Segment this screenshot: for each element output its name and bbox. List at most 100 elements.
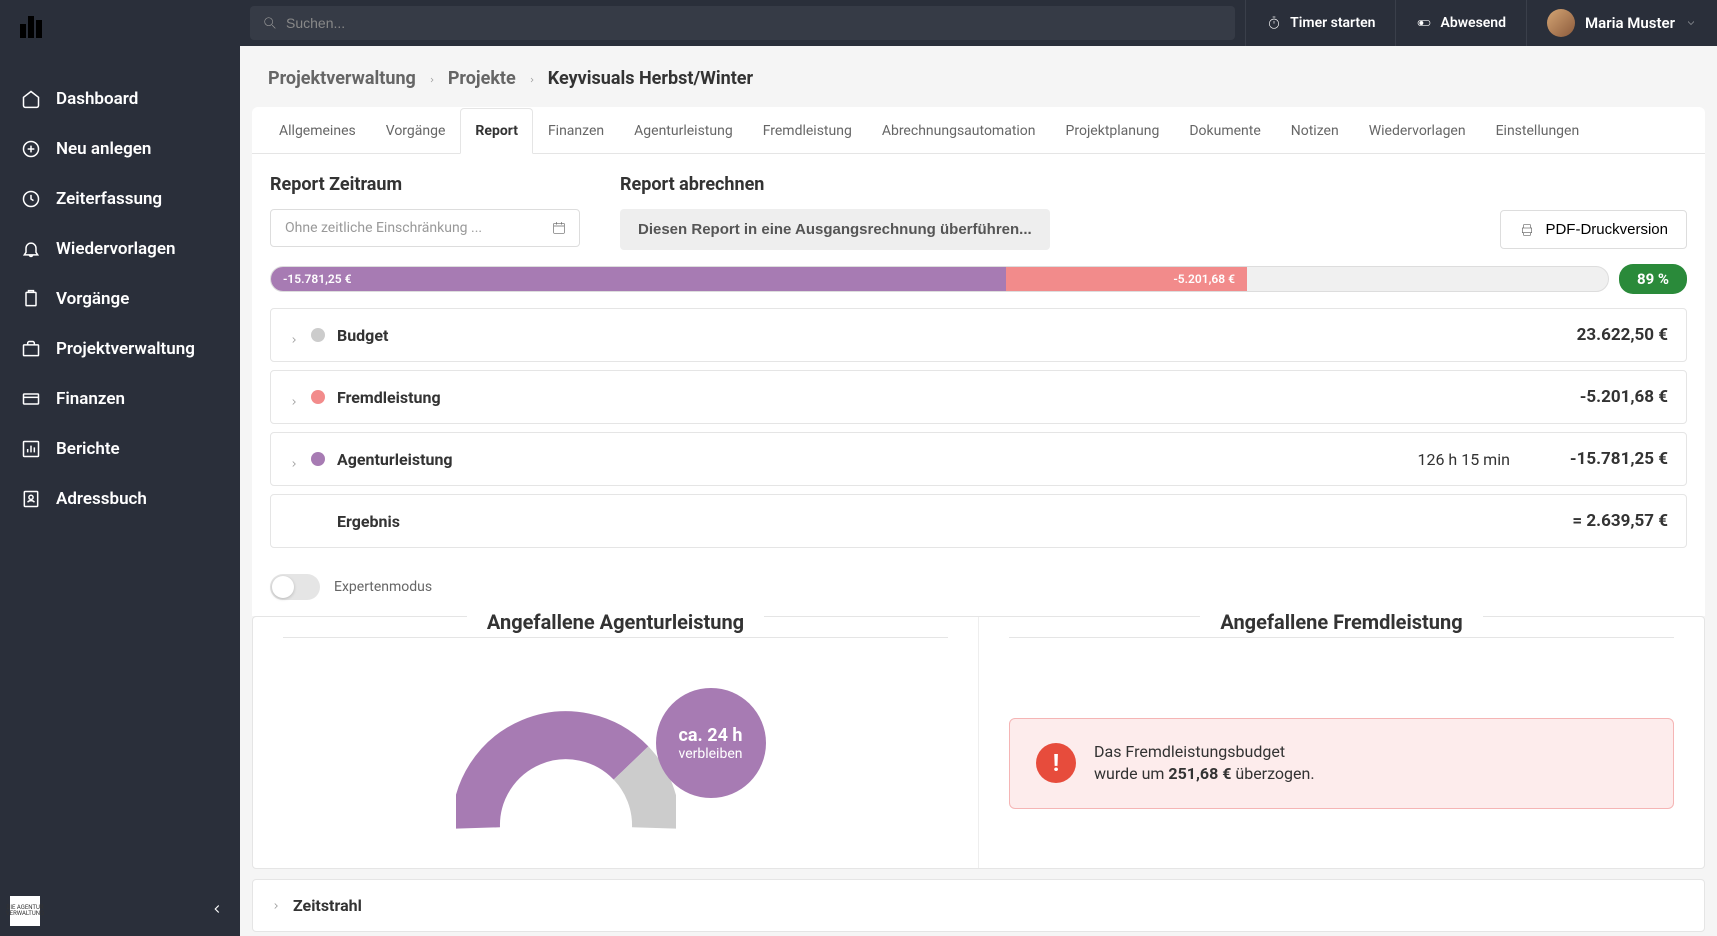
chevron-right-icon [289, 392, 299, 402]
expert-toggle[interactable] [270, 574, 320, 600]
expert-row: Expertenmodus [252, 566, 1705, 616]
nav: Dashboard Neu anlegen Zeiterfassung Wied… [0, 54, 240, 885]
row-label: Budget [337, 326, 1577, 345]
expert-label: Expertenmodus [334, 579, 432, 595]
nav-projects[interactable]: Projektverwaltung [0, 324, 240, 374]
topbar: Timer starten Abwesend Maria Muster [240, 0, 1717, 46]
panel-title: Angefallene Agenturleistung [467, 610, 764, 634]
nav-tasks[interactable]: Vorgänge [0, 274, 240, 324]
row-agentur[interactable]: Agenturleistung 126 h 15 min -15.781,25 … [270, 432, 1687, 486]
dot-icon [311, 328, 325, 342]
panel-fremd: Angefallene Fremdleistung ! Das Fremdlei… [978, 617, 1704, 868]
tab-abrechnung[interactable]: Abrechnungsautomation [867, 108, 1051, 154]
bubble-top: ca. 24 h [679, 725, 743, 746]
tab-allgemeines[interactable]: Allgemeines [264, 108, 371, 154]
toggle-icon [1416, 15, 1432, 31]
exclamation-icon: ! [1036, 743, 1076, 783]
nav-finance[interactable]: Finanzen [0, 374, 240, 424]
chevron-right-icon [428, 68, 436, 89]
home-icon [20, 88, 42, 110]
chevron-down-icon [1685, 17, 1697, 29]
briefcase-icon [20, 338, 42, 360]
tab-vorgaenge[interactable]: Vorgänge [371, 108, 461, 154]
row-fremd[interactable]: Fremdleistung -5.201,68 € [270, 370, 1687, 424]
row-amount: 23.622,50 € [1577, 325, 1668, 345]
percent-badge: 89 % [1619, 264, 1687, 294]
row-result: Ergebnis = 2.639,57 € [270, 494, 1687, 548]
tab-agenturleistung[interactable]: Agenturleistung [619, 108, 748, 154]
avatar [1547, 9, 1575, 37]
donut-chart: ca. 24 h verbleiben [456, 678, 776, 838]
dot-icon [311, 390, 325, 404]
search-input[interactable] [286, 15, 1223, 31]
progress-purple: -15.781,25 € [271, 267, 1006, 291]
chart-icon [20, 438, 42, 460]
spacer [311, 514, 325, 528]
tabs: Allgemeines Vorgänge Report Finanzen Age… [252, 107, 1705, 154]
nav-reminders[interactable]: Wiedervorlagen [0, 224, 240, 274]
period-col: Report Zeitraum Ohne zeitliche Einschrän… [270, 174, 580, 247]
tab-dokumente[interactable]: Dokumente [1174, 108, 1275, 154]
panels: Angefallene Agenturleistung ca. 24 h ver… [252, 616, 1705, 869]
breadcrumb-item[interactable]: Projektverwaltung [268, 68, 416, 89]
budget-alert: ! Das Fremdleistungsbudget wurde um 251,… [1009, 718, 1674, 809]
agency-badge: DIE AGENTUR VERWALTUNG [10, 896, 40, 926]
date-input[interactable]: Ohne zeitliche Einschränkung ... [270, 209, 580, 247]
nav-contacts[interactable]: Adressbuch [0, 474, 240, 524]
nav-label: Finanzen [56, 389, 125, 409]
collapse-button[interactable] [204, 895, 230, 926]
nav-time[interactable]: Zeiterfassung [0, 174, 240, 224]
row-amount: = 2.639,57 € [1572, 511, 1668, 531]
chevron-right-icon [528, 68, 536, 89]
tab-finanzen[interactable]: Finanzen [533, 108, 619, 154]
search-wrap [250, 6, 1235, 40]
row-label: Fremdleistung [337, 388, 1580, 407]
nav-new[interactable]: Neu anlegen [0, 124, 240, 174]
panel-title: Angefallene Fremdleistung [1200, 610, 1482, 634]
row-amount: -5.201,68 € [1580, 387, 1668, 407]
main: Timer starten Abwesend Maria Muster Proj… [240, 0, 1717, 936]
nav-reports[interactable]: Berichte [0, 424, 240, 474]
nav-label: Berichte [56, 439, 120, 459]
invoice-button[interactable]: Diesen Report in eine Ausgangsrechnung ü… [620, 209, 1050, 250]
breadcrumb-item[interactable]: Projekte [448, 68, 516, 89]
nav-label: Adressbuch [56, 489, 147, 509]
tab-notizen[interactable]: Notizen [1276, 108, 1354, 154]
tab-wiedervorlagen[interactable]: Wiedervorlagen [1354, 108, 1481, 154]
date-placeholder: Ohne zeitliche Einschränkung ... [285, 220, 482, 236]
progress-red: -5.201,68 € [1006, 267, 1247, 291]
pdf-button[interactable]: PDF-Druckversion [1500, 210, 1687, 249]
nav-label: Wiedervorlagen [56, 239, 175, 259]
content: Projektverwaltung Projekte Keyvisuals He… [240, 46, 1717, 936]
user-name: Maria Muster [1585, 14, 1675, 32]
tab-fremdleistung[interactable]: Fremdleistung [748, 108, 867, 154]
progress-row: -15.781,25 € -5.201,68 € 89 % [252, 250, 1705, 308]
away-button[interactable]: Abwesend [1395, 0, 1526, 46]
chevron-right-icon [289, 454, 299, 464]
user-menu[interactable]: Maria Muster [1526, 0, 1717, 46]
tab-report[interactable]: Report [460, 108, 533, 154]
nav-dashboard[interactable]: Dashboard [0, 74, 240, 124]
stopwatch-icon [1266, 15, 1282, 31]
bell-icon [20, 238, 42, 260]
row-budget[interactable]: Budget 23.622,50 € [270, 308, 1687, 362]
addressbook-icon [20, 488, 42, 510]
timeline-row[interactable]: Zeitstrahl [252, 879, 1705, 932]
nav-label: Neu anlegen [56, 139, 151, 159]
timer-button[interactable]: Timer starten [1245, 0, 1395, 46]
nav-label: Projektverwaltung [56, 339, 195, 359]
chevron-right-icon [271, 901, 281, 911]
nav-label: Vorgänge [56, 289, 129, 309]
tab-planung[interactable]: Projektplanung [1051, 108, 1175, 154]
logo [0, 0, 240, 54]
chevron-right-icon [289, 330, 299, 340]
topbar-right: Timer starten Abwesend Maria Muster [1245, 0, 1717, 46]
tab-einstellungen[interactable]: Einstellungen [1481, 108, 1595, 154]
remaining-bubble: ca. 24 h verbleiben [656, 688, 766, 798]
row-label: Agenturleistung [337, 450, 1417, 469]
invoice-col: Report abrechnen Diesen Report in eine A… [620, 174, 1050, 250]
summary-rows: Budget 23.622,50 € Fremdleistung -5.201,… [252, 308, 1705, 566]
invoice-title: Report abrechnen [620, 174, 1050, 195]
semi-donut-icon [456, 708, 676, 838]
row-amount: -15.781,25 € [1570, 449, 1668, 469]
